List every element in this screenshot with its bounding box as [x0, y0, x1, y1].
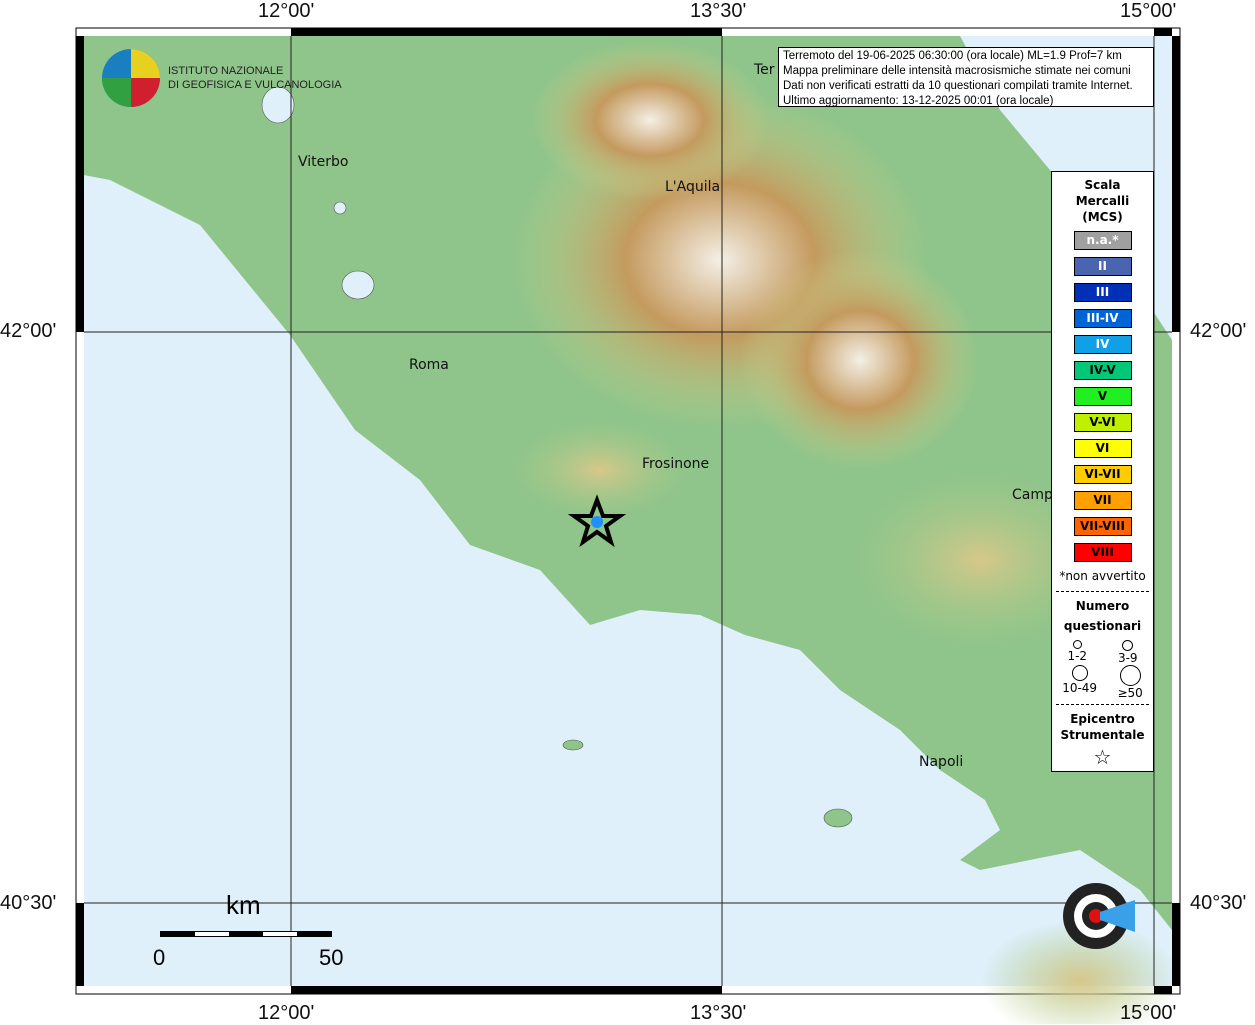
city-label: Viterbo: [298, 154, 349, 170]
intensity-swatch: n.a.*: [1073, 231, 1132, 250]
city-label: L'Aquila: [665, 179, 721, 195]
scale-min: 0: [153, 945, 166, 970]
lon-label: 13°30': [690, 1002, 747, 1024]
intensity-swatch: VII-VIII: [1073, 517, 1132, 536]
lon-label: 12°00': [258, 1002, 315, 1024]
lat-label: 42°00': [0, 320, 57, 342]
lon-label: 15°00': [1120, 0, 1177, 22]
intensity-swatch: VIII: [1073, 543, 1132, 562]
intensity-swatch: IV: [1073, 335, 1132, 354]
city-label: Frosinone: [642, 456, 710, 472]
intensity-swatch: II: [1073, 257, 1132, 276]
intensity-swatch: V-VI: [1073, 413, 1132, 432]
lon-label: 15°00': [1120, 1002, 1177, 1024]
city-label: Ter: [754, 62, 775, 78]
ingv-logo-text: ISTITUTO NAZIONALE DI GEOFISICA E VULCANO…: [168, 65, 342, 91]
intensity-swatch: IV-V: [1073, 361, 1132, 380]
intensity-swatch: V: [1073, 387, 1132, 406]
intensity-marker[interactable]: [591, 516, 603, 528]
intensity-swatch: III: [1073, 283, 1132, 302]
star-icon: ☆: [1093, 745, 1112, 769]
scale-unit: km: [226, 890, 261, 920]
city-label: Camp: [1012, 487, 1053, 503]
lat-label: 42°00': [1190, 320, 1247, 342]
intensity-swatch: III-IV: [1073, 309, 1132, 328]
ingv-logo: [102, 49, 160, 107]
lat-label: 40°30': [1190, 892, 1247, 914]
lon-label: 12°00': [258, 0, 315, 22]
lat-label: 40°30': [0, 892, 57, 914]
city-label: Roma: [409, 357, 449, 373]
lon-label: 13°30': [690, 0, 747, 22]
intensity-swatch: VI-VII: [1073, 465, 1132, 484]
legend: Scala Mercalli (MCS) n.a.* II III III-IV IV IV-…: [1051, 171, 1154, 772]
city-label: Napoli: [919, 754, 964, 770]
scale-bar: [160, 931, 332, 937]
intensity-swatch: VI: [1073, 439, 1132, 458]
intensity-swatch: VII: [1073, 491, 1132, 510]
scale-max: 50: [319, 945, 344, 970]
event-info-box: Terremoto del 19-06-2025 06:30:00 (ora l…: [778, 47, 1154, 107]
